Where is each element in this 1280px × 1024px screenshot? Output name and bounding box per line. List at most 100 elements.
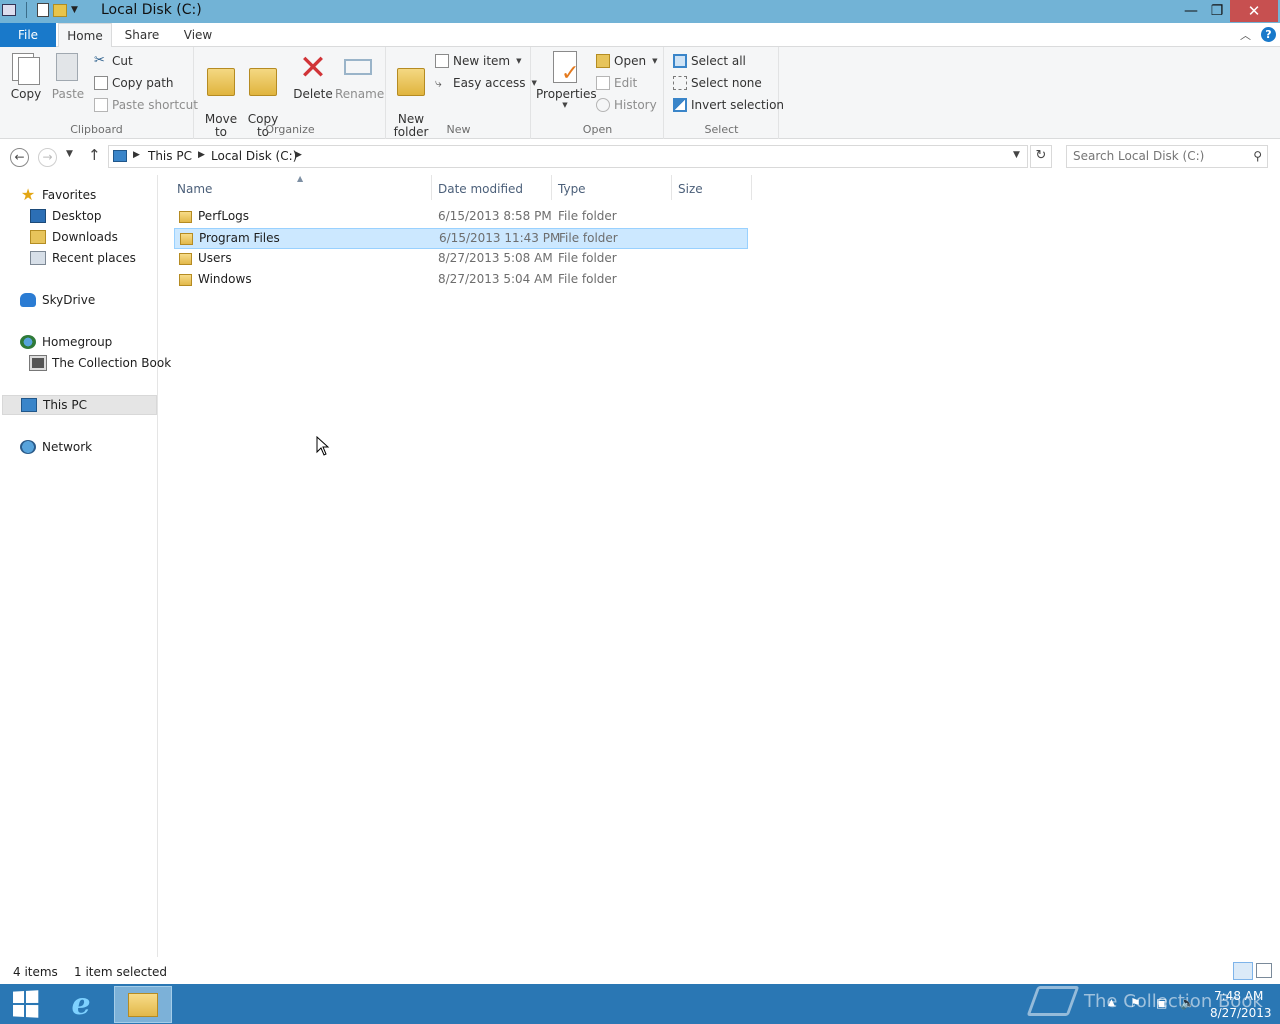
volume-icon[interactable]: 🔈 bbox=[1180, 996, 1195, 1010]
copy-button[interactable]: Copy bbox=[8, 51, 44, 101]
tab-share[interactable]: Share bbox=[116, 23, 168, 47]
open-button[interactable]: Open ▼ bbox=[596, 51, 657, 71]
column-header-size[interactable]: Size bbox=[678, 179, 703, 199]
search-box[interactable]: ⚲ bbox=[1066, 145, 1268, 168]
nav-desktop[interactable]: Desktop bbox=[30, 206, 102, 226]
column-divider[interactable] bbox=[671, 175, 672, 200]
select-all-label: Select all bbox=[691, 54, 746, 68]
folder-icon bbox=[179, 274, 192, 286]
easy-access-button[interactable]: ⤷ Easy access ▼ bbox=[435, 73, 537, 93]
internet-explorer-taskbar-icon[interactable]: e bbox=[58, 986, 104, 1022]
column-divider[interactable] bbox=[751, 175, 752, 200]
paste-shortcut-button[interactable]: Paste shortcut bbox=[94, 95, 198, 115]
nav-network[interactable]: Network bbox=[20, 437, 92, 457]
column-divider[interactable] bbox=[551, 175, 552, 200]
nav-this-pc[interactable]: This PC bbox=[2, 395, 157, 415]
back-button[interactable]: ← bbox=[10, 148, 29, 167]
start-button[interactable] bbox=[0, 984, 50, 1024]
address-history-chevron-icon[interactable]: ▼ bbox=[1013, 150, 1020, 160]
help-icon[interactable]: ? bbox=[1261, 27, 1276, 42]
cut-button[interactable]: ✂ Cut bbox=[94, 51, 133, 71]
breadcrumb-this-pc[interactable]: This PC bbox=[148, 149, 192, 163]
up-button[interactable]: ↑ bbox=[88, 146, 101, 164]
large-icons-view-icon[interactable] bbox=[1256, 963, 1272, 978]
properties-qat-icon[interactable] bbox=[37, 3, 49, 17]
move-to-button[interactable]: Move to bbox=[201, 51, 241, 152]
forward-button[interactable]: → bbox=[38, 148, 57, 167]
history-button[interactable]: History bbox=[596, 95, 657, 115]
properties-button[interactable]: ✓ Properties ▼ bbox=[536, 51, 597, 109]
network-icon bbox=[20, 440, 36, 454]
refresh-button[interactable]: ↻ bbox=[1030, 145, 1052, 168]
nav-homegroup[interactable]: Homegroup bbox=[20, 332, 112, 352]
close-button[interactable]: ✕ bbox=[1230, 0, 1278, 22]
delete-button[interactable]: ✕ Delete bbox=[293, 51, 333, 101]
file-row[interactable]: PerfLogs 6/15/2013 8:58 PM File folder bbox=[174, 207, 748, 228]
nav-recent-places[interactable]: Recent places bbox=[30, 248, 136, 268]
copy-path-button[interactable]: Copy path bbox=[94, 73, 174, 93]
customize-qat-chevron-icon[interactable]: ▼ bbox=[71, 5, 78, 15]
windows-logo-icon bbox=[13, 990, 39, 1018]
rename-button[interactable]: Rename bbox=[335, 51, 384, 101]
nav-desktop-label: Desktop bbox=[52, 209, 102, 223]
breadcrumb-chevron-icon[interactable]: ▶ bbox=[198, 150, 205, 160]
nav-favorites[interactable]: ★ Favorites bbox=[20, 185, 96, 205]
invert-selection-button[interactable]: Invert selection bbox=[673, 95, 784, 115]
file-name: PerfLogs bbox=[198, 209, 250, 223]
sort-ascending-icon: ▲ bbox=[297, 174, 304, 183]
column-header-type[interactable]: Type bbox=[558, 179, 586, 199]
network-tray-icon[interactable]: ▣ bbox=[1156, 996, 1167, 1010]
nav-downloads[interactable]: Downloads bbox=[30, 227, 118, 247]
file-explorer-taskbar-button[interactable] bbox=[114, 986, 172, 1023]
search-icon[interactable]: ⚲ bbox=[1253, 149, 1262, 163]
breadcrumb-chevron-icon[interactable]: ▶ bbox=[295, 150, 302, 160]
clock-time[interactable]: 7:48 AM bbox=[1214, 989, 1263, 1003]
paste-shortcut-label: Paste shortcut bbox=[112, 98, 198, 112]
details-view-icon[interactable] bbox=[1233, 962, 1253, 980]
open-group: ✓ Properties ▼ Open ▼ Edit History Open bbox=[532, 47, 664, 139]
file-row[interactable]: Program Files 6/15/2013 11:43 PM File fo… bbox=[174, 228, 748, 249]
select-all-button[interactable]: Select all bbox=[673, 51, 746, 71]
new-folder-button[interactable]: New folder bbox=[393, 51, 429, 152]
collapse-ribbon-chevron-icon[interactable]: ︿ bbox=[1240, 27, 1251, 43]
easy-access-label: Easy access bbox=[453, 76, 526, 90]
show-hidden-icons-chevron-icon[interactable]: ▲ bbox=[1108, 998, 1115, 1008]
select-none-button[interactable]: Select none bbox=[673, 73, 762, 93]
recent-locations-chevron-icon[interactable]: ▼ bbox=[66, 149, 73, 159]
nav-homegroup-user-label: The Collection Book bbox=[52, 356, 172, 370]
copy-path-label: Copy path bbox=[112, 76, 174, 90]
column-divider[interactable] bbox=[431, 175, 432, 200]
column-header-name[interactable]: Name bbox=[177, 179, 212, 199]
action-center-flag-icon[interactable]: ⚑ bbox=[1130, 996, 1141, 1010]
column-header-date-modified[interactable]: Date modified bbox=[438, 179, 523, 199]
nav-skydrive[interactable]: SkyDrive bbox=[20, 290, 95, 310]
new-folder-qat-icon[interactable] bbox=[53, 3, 67, 17]
file-row[interactable]: Windows 8/27/2013 5:04 AM File folder bbox=[174, 270, 748, 291]
clock-date[interactable]: 8/27/2013 bbox=[1210, 1006, 1272, 1020]
file-type: File folder bbox=[558, 209, 617, 223]
address-bar[interactable]: ▶ This PC ▶ Local Disk (C:) ▶ ▼ bbox=[108, 145, 1028, 168]
copy-label: Copy bbox=[10, 87, 42, 101]
new-item-button[interactable]: New item ▼ bbox=[435, 51, 522, 71]
copy-to-button[interactable]: Copy to bbox=[243, 51, 283, 152]
rename-icon bbox=[342, 51, 374, 85]
explorer-window-icon[interactable] bbox=[2, 4, 16, 16]
file-list: Name ▲ Date modified Type Size PerfLogs … bbox=[159, 174, 1280, 957]
folder-icon bbox=[179, 211, 192, 223]
breadcrumb-chevron-icon[interactable]: ▶ bbox=[133, 150, 140, 160]
new-item-label: New item bbox=[453, 54, 511, 68]
tab-home[interactable]: Home bbox=[58, 23, 112, 48]
easy-access-icon: ⤷ bbox=[435, 76, 442, 90]
search-input[interactable] bbox=[1073, 149, 1243, 163]
file-row[interactable]: Users 8/27/2013 5:08 AM File folder bbox=[174, 249, 748, 270]
tab-file[interactable]: File bbox=[0, 23, 56, 47]
paste-button[interactable]: Paste bbox=[50, 51, 86, 101]
maximize-button[interactable]: ❐ bbox=[1204, 0, 1230, 22]
file-explorer-icon bbox=[128, 992, 158, 1017]
breadcrumb-local-disk[interactable]: Local Disk (C:) bbox=[211, 149, 297, 163]
nav-homegroup-user[interactable]: The Collection Book bbox=[29, 353, 172, 373]
tab-view[interactable]: View bbox=[172, 23, 224, 47]
minimize-button[interactable]: — bbox=[1178, 0, 1204, 22]
paste-label: Paste bbox=[51, 87, 85, 101]
edit-button[interactable]: Edit bbox=[596, 73, 637, 93]
